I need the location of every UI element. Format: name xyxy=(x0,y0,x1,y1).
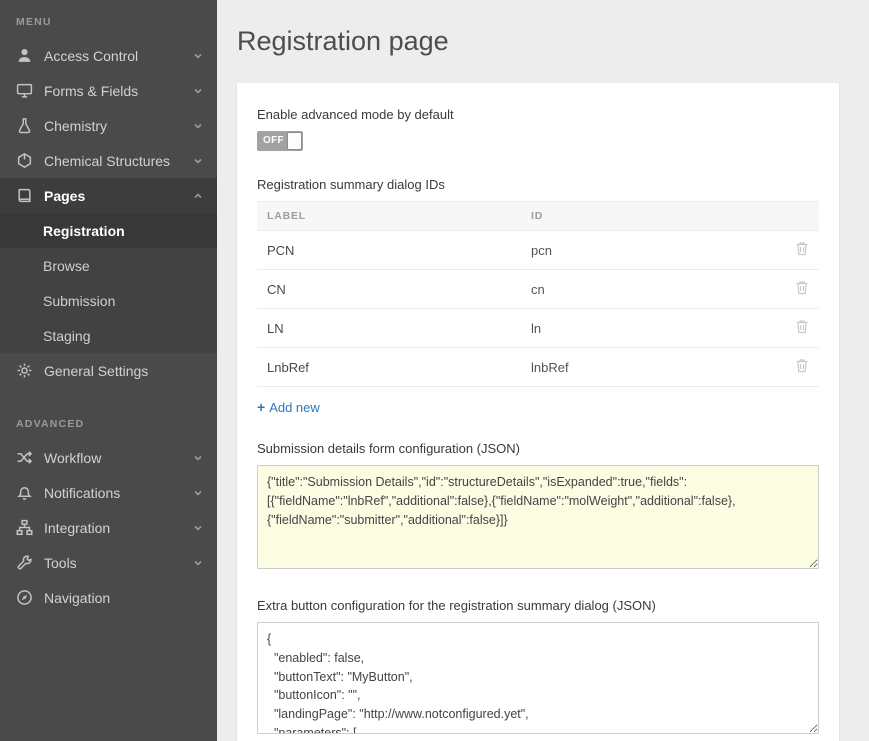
sitemap-icon xyxy=(16,519,33,536)
sidebar-item-workflow[interactable]: Workflow xyxy=(0,440,217,475)
compass-icon xyxy=(16,589,33,606)
app-window: MENU Access Control Forms & Fields Chemi… xyxy=(0,0,869,741)
sidebar-item-navigation[interactable]: Navigation xyxy=(0,580,217,615)
delete-row-icon[interactable] xyxy=(795,280,809,295)
row-id-cell[interactable]: lnbRef xyxy=(521,348,785,387)
submission-config-label: Submission details form configuration (J… xyxy=(257,441,819,456)
sidebar-subitem-browse[interactable]: Browse xyxy=(0,248,217,283)
chevron-down-icon xyxy=(193,121,203,131)
delete-row-icon[interactable] xyxy=(795,319,809,334)
delete-row-icon[interactable] xyxy=(795,241,809,256)
chevron-down-icon xyxy=(193,86,203,96)
settings-card: Enable advanced mode by default OFF Regi… xyxy=(237,83,839,741)
sidebar-item-label: General Settings xyxy=(44,363,203,379)
sidebar-item-label: Integration xyxy=(44,520,193,536)
table-header-row: LABEL ID xyxy=(257,202,819,231)
row-id-cell[interactable]: ln xyxy=(521,309,785,348)
add-new-button[interactable]: + Add new xyxy=(257,399,320,415)
row-id-cell[interactable]: pcn xyxy=(521,231,785,270)
sidebar-item-label: Workflow xyxy=(44,450,193,466)
sidebar-item-tools[interactable]: Tools xyxy=(0,545,217,580)
chevron-down-icon xyxy=(193,488,203,498)
submission-config-textarea[interactable]: {"title":"Submission Details","id":"stru… xyxy=(257,465,819,569)
chevron-down-icon xyxy=(193,51,203,61)
chevron-down-icon xyxy=(193,453,203,463)
column-header-actions xyxy=(785,202,819,231)
chevron-up-icon xyxy=(193,191,203,201)
sidebar-item-chemistry[interactable]: Chemistry xyxy=(0,108,217,143)
sidebar-subitem-label: Submission xyxy=(43,293,115,309)
chevron-down-icon xyxy=(193,523,203,533)
user-icon xyxy=(16,47,33,64)
sidebar-item-label: Notifications xyxy=(44,485,193,501)
book-icon xyxy=(16,187,33,204)
sidebar-item-forms-fields[interactable]: Forms & Fields xyxy=(0,73,217,108)
shuffle-icon xyxy=(16,449,33,466)
sidebar-item-integration[interactable]: Integration xyxy=(0,510,217,545)
sidebar-menu-header: MENU xyxy=(0,0,217,38)
sidebar-item-chemical-structures[interactable]: Chemical Structures xyxy=(0,143,217,178)
sidebar-item-notifications[interactable]: Notifications xyxy=(0,475,217,510)
sidebar-subitem-label: Registration xyxy=(43,223,125,239)
sidebar-advanced-header: ADVANCED xyxy=(0,402,217,440)
advanced-mode-toggle[interactable]: OFF xyxy=(257,131,303,151)
sidebar-subitem-label: Staging xyxy=(43,328,90,344)
bell-icon xyxy=(16,484,33,501)
sidebar-item-pages[interactable]: Pages xyxy=(0,178,217,213)
delete-row-icon[interactable] xyxy=(795,358,809,373)
table-row: LnbRef lnbRef xyxy=(257,348,819,387)
sidebar-item-label: Navigation xyxy=(44,590,203,606)
table-row: LN ln xyxy=(257,309,819,348)
sidebar-group-pages: Pages Registration Browse Submission Sta… xyxy=(0,178,217,353)
sidebar-subitem-submission[interactable]: Submission xyxy=(0,283,217,318)
sidebar-item-general-settings[interactable]: General Settings xyxy=(0,353,217,388)
row-id-cell[interactable]: cn xyxy=(521,270,785,309)
sidebar-item-label: Pages xyxy=(44,188,193,204)
add-new-label: Add new xyxy=(269,400,320,415)
advanced-mode-label: Enable advanced mode by default xyxy=(257,107,819,122)
sidebar-subitem-label: Browse xyxy=(43,258,90,274)
column-header-label: LABEL xyxy=(257,202,521,231)
chevron-down-icon xyxy=(193,156,203,166)
page-title: Registration page xyxy=(237,26,839,57)
plus-icon: + xyxy=(257,399,265,415)
row-label-cell[interactable]: LN xyxy=(257,309,521,348)
sidebar-item-label: Chemical Structures xyxy=(44,153,193,169)
sidebar-item-label: Tools xyxy=(44,555,193,571)
gear-icon xyxy=(16,362,33,379)
sidebar-item-access-control[interactable]: Access Control xyxy=(0,38,217,73)
row-label-cell[interactable]: CN xyxy=(257,270,521,309)
sidebar: MENU Access Control Forms & Fields Chemi… xyxy=(0,0,217,741)
flask-icon xyxy=(16,117,33,134)
toggle-knob xyxy=(287,132,302,150)
table-row: CN cn xyxy=(257,270,819,309)
sidebar-item-label: Access Control xyxy=(44,48,193,64)
toggle-state-label: OFF xyxy=(263,135,284,146)
dialog-ids-label: Registration summary dialog IDs xyxy=(257,177,819,192)
extra-button-config-textarea[interactable]: { "enabled": false, "buttonText": "MyBut… xyxy=(257,622,819,734)
main-content: Registration page Enable advanced mode b… xyxy=(217,0,869,741)
column-header-id: ID xyxy=(521,202,785,231)
wrench-icon xyxy=(16,554,33,571)
sidebar-subitem-registration[interactable]: Registration xyxy=(0,213,217,248)
sidebar-item-label: Chemistry xyxy=(44,118,193,134)
sidebar-subitem-staging[interactable]: Staging xyxy=(0,318,217,353)
display-icon xyxy=(16,82,33,99)
row-label-cell[interactable]: PCN xyxy=(257,231,521,270)
hexagon-structure-icon xyxy=(16,152,33,169)
table-row: PCN pcn xyxy=(257,231,819,270)
row-label-cell[interactable]: LnbRef xyxy=(257,348,521,387)
extra-button-config-label: Extra button configuration for the regis… xyxy=(257,598,819,613)
sidebar-item-label: Forms & Fields xyxy=(44,83,193,99)
dialog-ids-table: LABEL ID PCN pcn CN cn xyxy=(257,201,819,387)
chevron-down-icon xyxy=(193,558,203,568)
